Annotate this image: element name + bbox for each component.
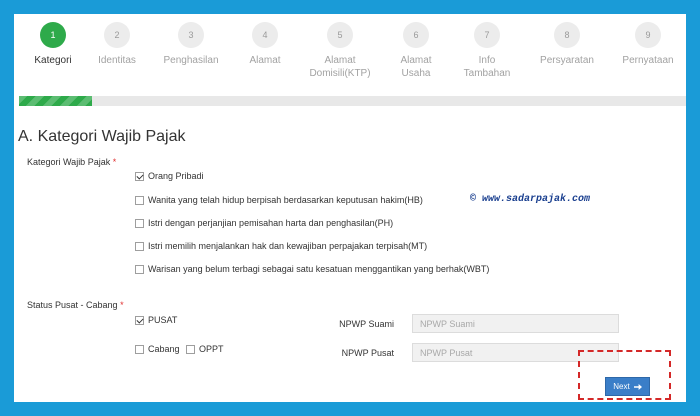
npwp-pusat-label: NPWP Pusat — [341, 348, 394, 358]
checkbox-box[interactable] — [135, 171, 144, 181]
step-info-tambahan[interactable]: 7 Info Tambahan — [442, 22, 532, 80]
checkbox-orang-pribadi[interactable]: Orang Pribadi — [135, 170, 204, 182]
step-number: 6 — [403, 22, 429, 48]
step-number: 1 — [40, 22, 66, 48]
next-button[interactable]: Next — [605, 377, 650, 396]
npwp-suami-input[interactable] — [412, 314, 619, 333]
checkbox-ph[interactable]: Istri dengan perjanjian pemisahan harta … — [135, 217, 393, 229]
kategori-label: Kategori Wajib Pajak * — [27, 157, 116, 167]
required-mark: * — [112, 157, 117, 167]
registration-form-panel: 1 Kategori 2 Identitas 3 Penghasilan 4 A… — [14, 14, 686, 402]
checkbox-box[interactable] — [135, 241, 144, 251]
progress-bar — [19, 96, 686, 106]
status-label-text: Status Pusat - Cabang — [27, 300, 118, 310]
checkbox-pusat[interactable]: PUSAT — [135, 314, 177, 326]
watermark: © www.sadarpajak.com — [470, 194, 591, 205]
step-number: 3 — [178, 22, 204, 48]
step-label: Alamat Domisili(KTP) — [309, 55, 371, 79]
next-button-label: Next — [613, 382, 630, 391]
checkbox-label: Wanita yang telah hidup berpisah berdasa… — [148, 195, 423, 205]
step-number: 8 — [554, 22, 580, 48]
checkbox-mt[interactable]: Istri memilih menjalankan hak dan kewaji… — [135, 240, 427, 252]
wizard-steps: 1 Kategori 2 Identitas 3 Penghasilan 4 A… — [14, 14, 686, 94]
step-label: Pernyataan — [622, 55, 674, 66]
checkbox-box[interactable] — [135, 195, 144, 205]
step-persyaratan[interactable]: 8 Persyaratan — [522, 22, 612, 67]
step-number: 9 — [635, 22, 661, 48]
checkbox-hb[interactable]: Wanita yang telah hidup berpisah berdasa… — [135, 194, 423, 206]
step-number: 4 — [252, 22, 278, 48]
checkbox-box[interactable] — [135, 315, 144, 325]
checkbox-box[interactable] — [135, 218, 144, 228]
step-pernyataan[interactable]: 9 Pernyataan — [603, 22, 686, 67]
checkbox-wbt[interactable]: Warisan yang belum terbagi sebagai satu … — [135, 263, 489, 275]
checkbox-label: Istri memilih menjalankan hak dan kewaji… — [148, 241, 428, 251]
arrow-right-icon — [633, 383, 642, 391]
step-number: 7 — [474, 22, 500, 48]
step-label: Alamat Usaha — [400, 55, 432, 79]
status-label: Status Pusat - Cabang * — [27, 300, 124, 310]
step-label: Persyaratan — [540, 55, 594, 66]
kategori-label-text: Kategori Wajib Pajak — [27, 157, 111, 167]
checkbox-label: Warisan yang belum terbagi sebagai satu … — [148, 264, 490, 274]
checkbox-label: Cabang — [148, 344, 180, 354]
checkbox-label: Orang Pribadi — [148, 171, 204, 181]
checkbox-box[interactable] — [135, 344, 144, 354]
step-number: 5 — [327, 22, 353, 48]
required-mark: * — [120, 300, 124, 310]
section-title: A. Kategori Wajib Pajak — [18, 128, 186, 145]
checkbox-cabang[interactable]: Cabang — [135, 343, 180, 355]
step-label: Info Tambahan — [463, 55, 511, 79]
checkbox-box[interactable] — [186, 344, 195, 354]
checkbox-label: OPPT — [199, 344, 224, 354]
npwp-suami-label: NPWP Suami — [339, 319, 394, 329]
progress-bar-fill — [19, 96, 93, 106]
checkbox-label: Istri dengan perjanjian pemisahan harta … — [148, 218, 394, 228]
checkbox-oppt[interactable]: OPPT — [186, 343, 224, 355]
step-number: 2 — [104, 22, 130, 48]
checkbox-label: PUSAT — [148, 315, 178, 325]
checkbox-box[interactable] — [135, 264, 144, 274]
